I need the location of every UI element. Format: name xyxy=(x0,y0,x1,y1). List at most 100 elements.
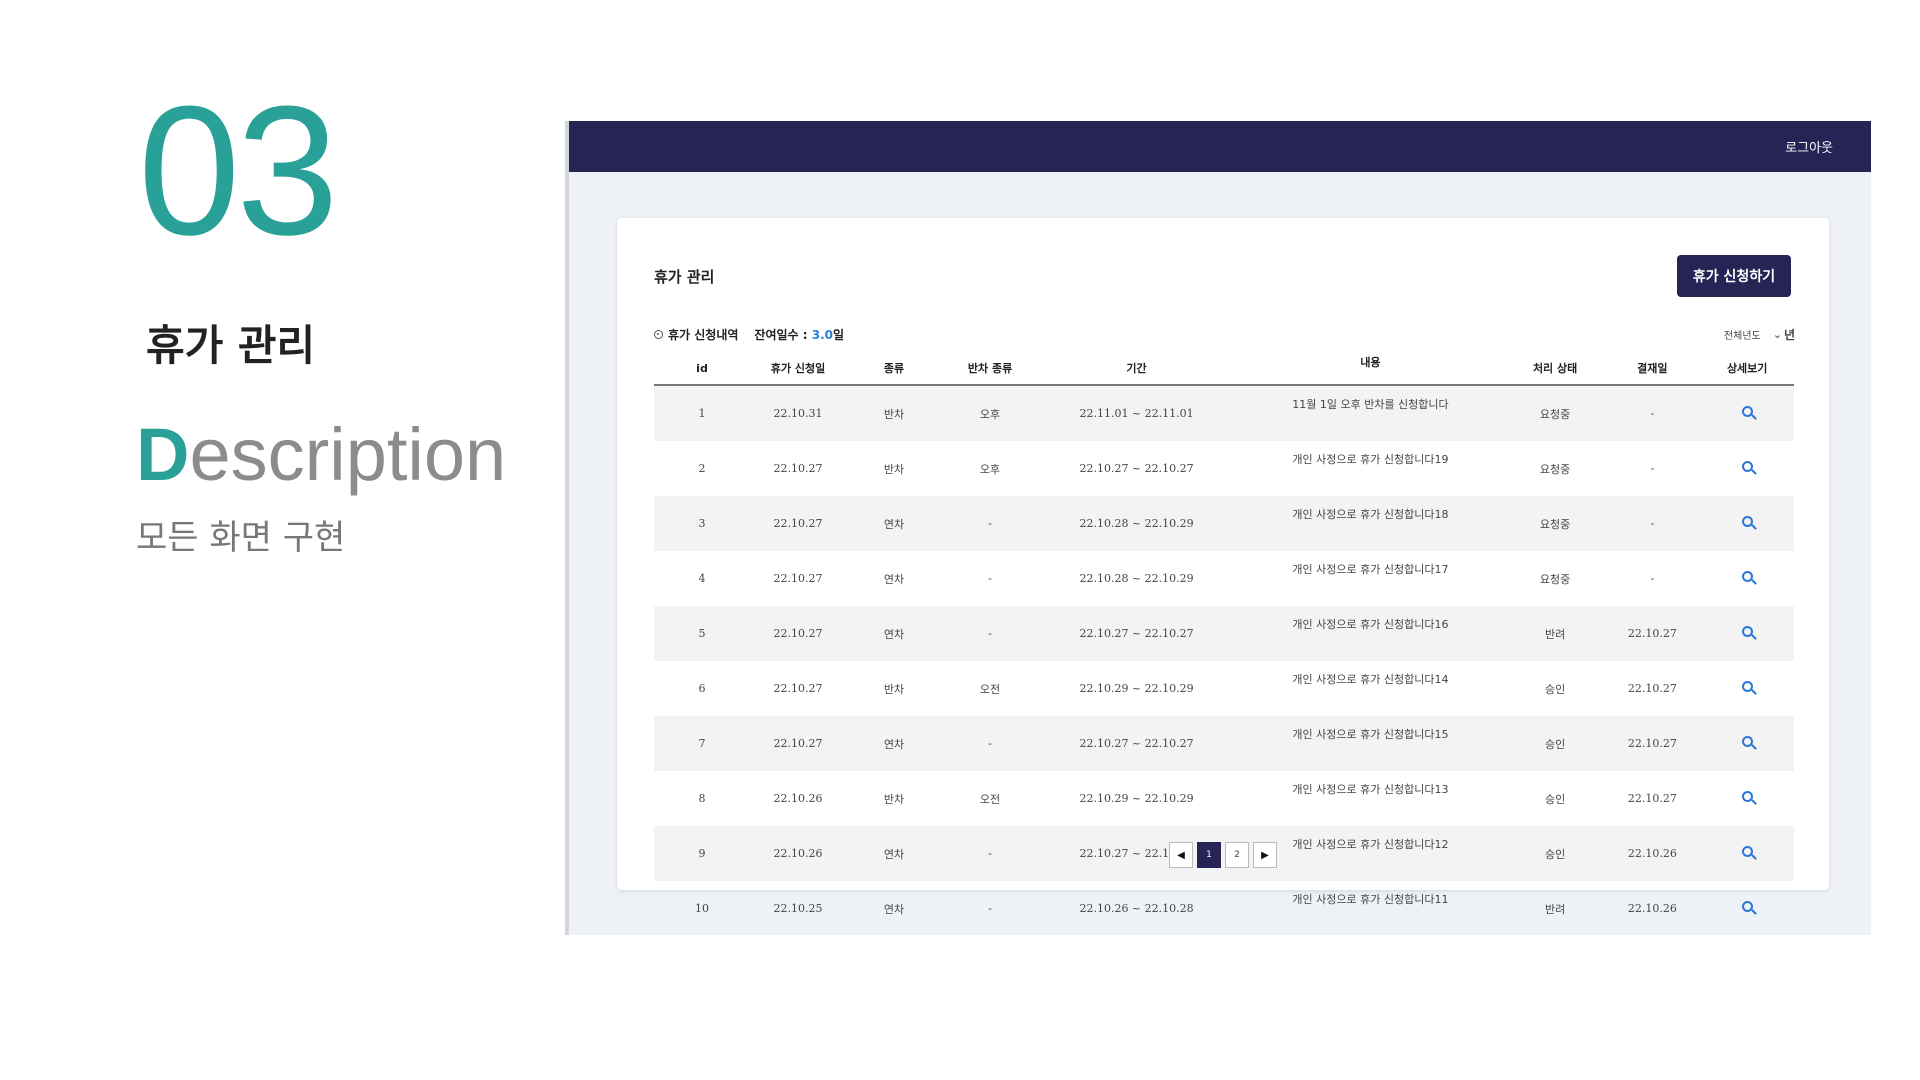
page-title: 휴가 관리 xyxy=(654,268,715,286)
row-id: 7 xyxy=(654,716,751,771)
row-content: 개인 사정으로 휴가 신청합니다16 xyxy=(1235,606,1506,661)
row-approved-date: - xyxy=(1604,385,1701,441)
row-period: 22.10.29 ~ 22.10.29 xyxy=(1079,792,1194,805)
row-apply-date: 22.10.27 xyxy=(773,572,823,585)
row-type: 연차 xyxy=(846,716,943,771)
table-row: 4 22.10.27 연차 - 22.10.28 ~ 22.10.29 개인 사정으로 휴… xyxy=(654,551,1794,606)
row-approved-date: - xyxy=(1650,462,1655,475)
year-filter-label: 전체년도 xyxy=(1723,331,1761,342)
magnifier-icon[interactable] xyxy=(1741,846,1753,857)
row-apply-date: 22.10.27 xyxy=(750,716,847,771)
row-id: 8 xyxy=(698,792,706,805)
row-status: 승인 xyxy=(1505,826,1605,881)
remaining-label: 잔여일수 : xyxy=(754,328,812,342)
row-detail xyxy=(1700,661,1794,716)
col-content: 내용 xyxy=(1235,352,1506,386)
col-apply-date: 휴가 신청일 xyxy=(750,352,847,386)
row-detail xyxy=(1700,551,1794,606)
col-period: 기간 xyxy=(1038,352,1236,386)
row-status: 요청중 xyxy=(1539,572,1571,586)
logout-link[interactable]: 로그아웃 xyxy=(1785,137,1833,156)
prev-page-button[interactable]: ◀ xyxy=(1169,842,1193,868)
row-period: 22.10.27 ~ 22.10.27 xyxy=(1038,716,1236,771)
vacation-card: 휴가 관리 휴가 신청하기 휴가 신청내역 잔여일수 : 3.0일 전체년도 ⌄… xyxy=(617,218,1829,916)
row-half-type: - xyxy=(988,572,992,585)
table-row: 3 22.10.27 연차 -22.10.28 ~ 22.10.29 개인 사정으로 휴… xyxy=(654,496,1794,551)
row-apply-date: 22.10.27 xyxy=(773,682,823,695)
page-button-1[interactable]: 1 xyxy=(1197,842,1221,868)
magnifier-icon[interactable] xyxy=(1741,461,1753,472)
col-type: 종류 xyxy=(846,352,943,386)
row-half-type: 오전 xyxy=(979,682,1001,696)
magnifier-icon[interactable] xyxy=(1741,626,1753,637)
table-row: 1 22.10.31 반차 오후 22.11.01 ~ 22.11.01 11월 1일 오… xyxy=(654,385,1794,441)
row-half-type: 오전 xyxy=(979,792,1001,806)
row-detail xyxy=(1700,441,1794,496)
row-approved-date: 22.10.27 xyxy=(1627,792,1677,805)
year-filter[interactable]: 전체년도 ⌄ 년 xyxy=(1724,326,1795,343)
row-half-type: 오후 xyxy=(942,385,1039,441)
row-apply-date: 22.10.26 xyxy=(750,826,847,881)
magnifier-icon[interactable] xyxy=(1741,516,1753,527)
remaining-days: 잔여일수 : 3.0일 xyxy=(754,326,844,343)
row-detail xyxy=(1700,771,1794,826)
table-row: 2 22.10.27 반차 오후 22.10.27 ~ 22.10.27 개인 사정으로 … xyxy=(654,441,1794,496)
row-detail xyxy=(1700,606,1794,661)
description-rest: escription xyxy=(189,413,507,496)
radio-icon xyxy=(654,330,663,339)
row-content: 개인 사정으로 휴가 신청합니다11 xyxy=(1292,893,1449,906)
row-half-type: - xyxy=(942,606,1039,661)
row-content: 개인 사정으로 휴가 신청합니다19 xyxy=(1292,453,1449,466)
pagination: ◀ 1 2 ▶ xyxy=(1169,842,1277,868)
row-type: 연차 xyxy=(883,902,905,916)
magnifier-icon[interactable] xyxy=(1741,681,1753,692)
magnifier-icon[interactable] xyxy=(1741,791,1753,802)
row-status: 승인 xyxy=(1544,682,1566,696)
row-id: 1 xyxy=(654,385,751,441)
row-status: 반려 xyxy=(1505,606,1605,661)
row-detail xyxy=(1700,385,1794,441)
row-type: 연차 xyxy=(846,826,943,881)
row-status: 요청중 xyxy=(1505,385,1605,441)
row-content: 개인 사정으로 휴가 신청합니다14 xyxy=(1292,673,1449,686)
col-id: id xyxy=(654,352,751,386)
row-content: 11월 1일 오후 반차를 신청합니다 xyxy=(1235,385,1506,441)
chevron-down-icon: ⌄ xyxy=(1772,328,1782,341)
col-half-type: 반차 종류 xyxy=(942,352,1039,386)
history-label: 휴가 신청내역 xyxy=(668,328,739,342)
row-period: 22.10.29 ~ 22.10.29 xyxy=(1079,682,1194,695)
row-content: 개인 사정으로 휴가 신청합니다15 xyxy=(1235,716,1506,771)
row-half-type: - xyxy=(942,826,1039,881)
row-type: 연차 xyxy=(883,572,905,586)
row-period: 22.10.28 ~ 22.10.29 xyxy=(1038,496,1236,551)
row-status: 요청중 xyxy=(1505,496,1605,551)
row-period: 22.10.26 ~ 22.10.28 xyxy=(1079,902,1194,915)
page-button-2[interactable]: 2 xyxy=(1225,842,1249,868)
magnifier-icon[interactable] xyxy=(1741,571,1753,582)
row-type: 반차 xyxy=(883,462,905,476)
description-subtitle: 모든 화면 구현 xyxy=(136,518,346,558)
description-heading: Description xyxy=(136,418,506,492)
row-apply-date: 22.10.26 xyxy=(773,792,823,805)
row-half-type: - xyxy=(942,716,1039,771)
col-approved-date: 결재일 xyxy=(1604,352,1701,386)
row-detail xyxy=(1700,496,1794,551)
row-period: 22.10.27 ~ 22.10.27 xyxy=(1079,462,1194,475)
apply-vacation-button[interactable]: 휴가 신청하기 xyxy=(1677,255,1791,297)
remaining-unit: 일 xyxy=(833,328,845,342)
table-row: 10 22.10.25 연차 - 22.10.26 ~ 22.10.28 개인 사정으로 … xyxy=(654,881,1794,936)
row-detail xyxy=(1700,716,1794,771)
row-approved-date: 22.10.27 xyxy=(1627,682,1677,695)
table-row: 5 22.10.27 연차 -22.10.27 ~ 22.10.27 개인 사정으로 휴… xyxy=(654,606,1794,661)
history-summary: 휴가 신청내역 잔여일수 : 3.0일 xyxy=(654,326,844,343)
next-page-button[interactable]: ▶ xyxy=(1253,842,1277,868)
row-status: 승인 xyxy=(1544,792,1566,806)
row-status: 승인 xyxy=(1505,716,1605,771)
row-type: 연차 xyxy=(846,496,943,551)
magnifier-icon[interactable] xyxy=(1741,736,1753,747)
magnifier-icon[interactable] xyxy=(1741,901,1753,912)
table-row: 6 22.10.27 반차 오전 22.10.29 ~ 22.10.29 개인 사정으로 … xyxy=(654,661,1794,716)
row-status: 반려 xyxy=(1544,902,1566,916)
magnifier-icon[interactable] xyxy=(1741,406,1753,417)
row-approved-date: 22.10.26 xyxy=(1627,902,1677,915)
